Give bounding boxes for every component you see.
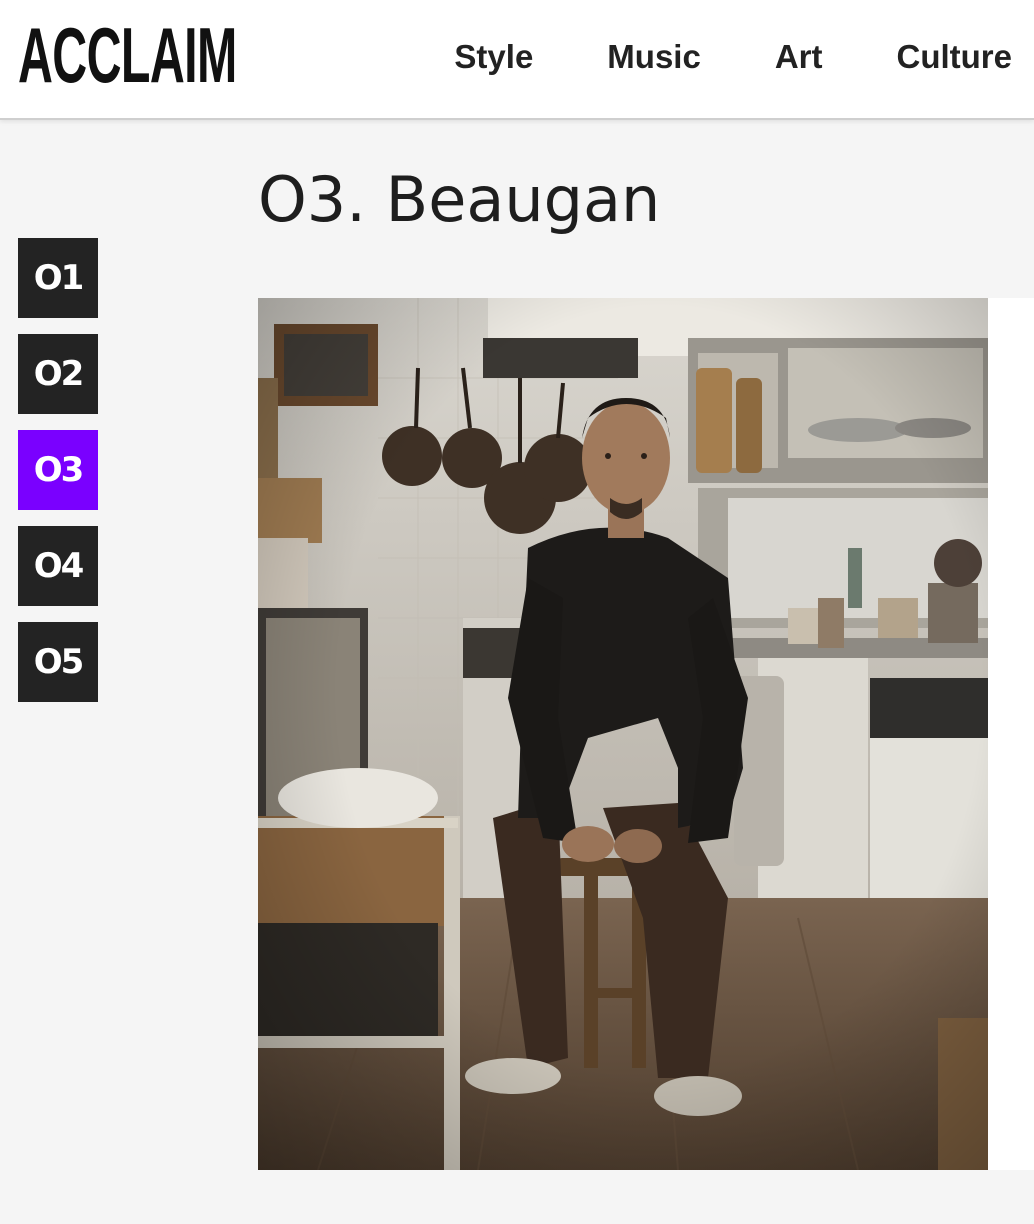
photo-edge — [988, 298, 1034, 1170]
site-header: ACCLAIM Style Music Art Culture — [0, 0, 1034, 120]
portrait-photo — [258, 298, 988, 1170]
section-nav-item-03[interactable]: O3 — [18, 430, 98, 510]
nav-link-style[interactable]: Style — [454, 38, 533, 76]
section-nav-item-02[interactable]: O2 — [18, 334, 98, 414]
section-nav: O1 O2 O3 O4 O5 — [18, 238, 98, 718]
section-nav-item-05[interactable]: O5 — [18, 622, 98, 702]
main-nav: Style Music Art Culture — [454, 38, 1012, 76]
nav-link-art[interactable]: Art — [775, 38, 823, 76]
section-nav-item-01[interactable]: O1 — [18, 238, 98, 318]
page-title: O3. Beaugan — [258, 163, 661, 236]
nav-link-music[interactable]: Music — [607, 38, 701, 76]
site-logo[interactable]: ACCLAIM — [18, 16, 237, 94]
section-nav-item-04[interactable]: O4 — [18, 526, 98, 606]
nav-link-culture[interactable]: Culture — [897, 38, 1013, 76]
